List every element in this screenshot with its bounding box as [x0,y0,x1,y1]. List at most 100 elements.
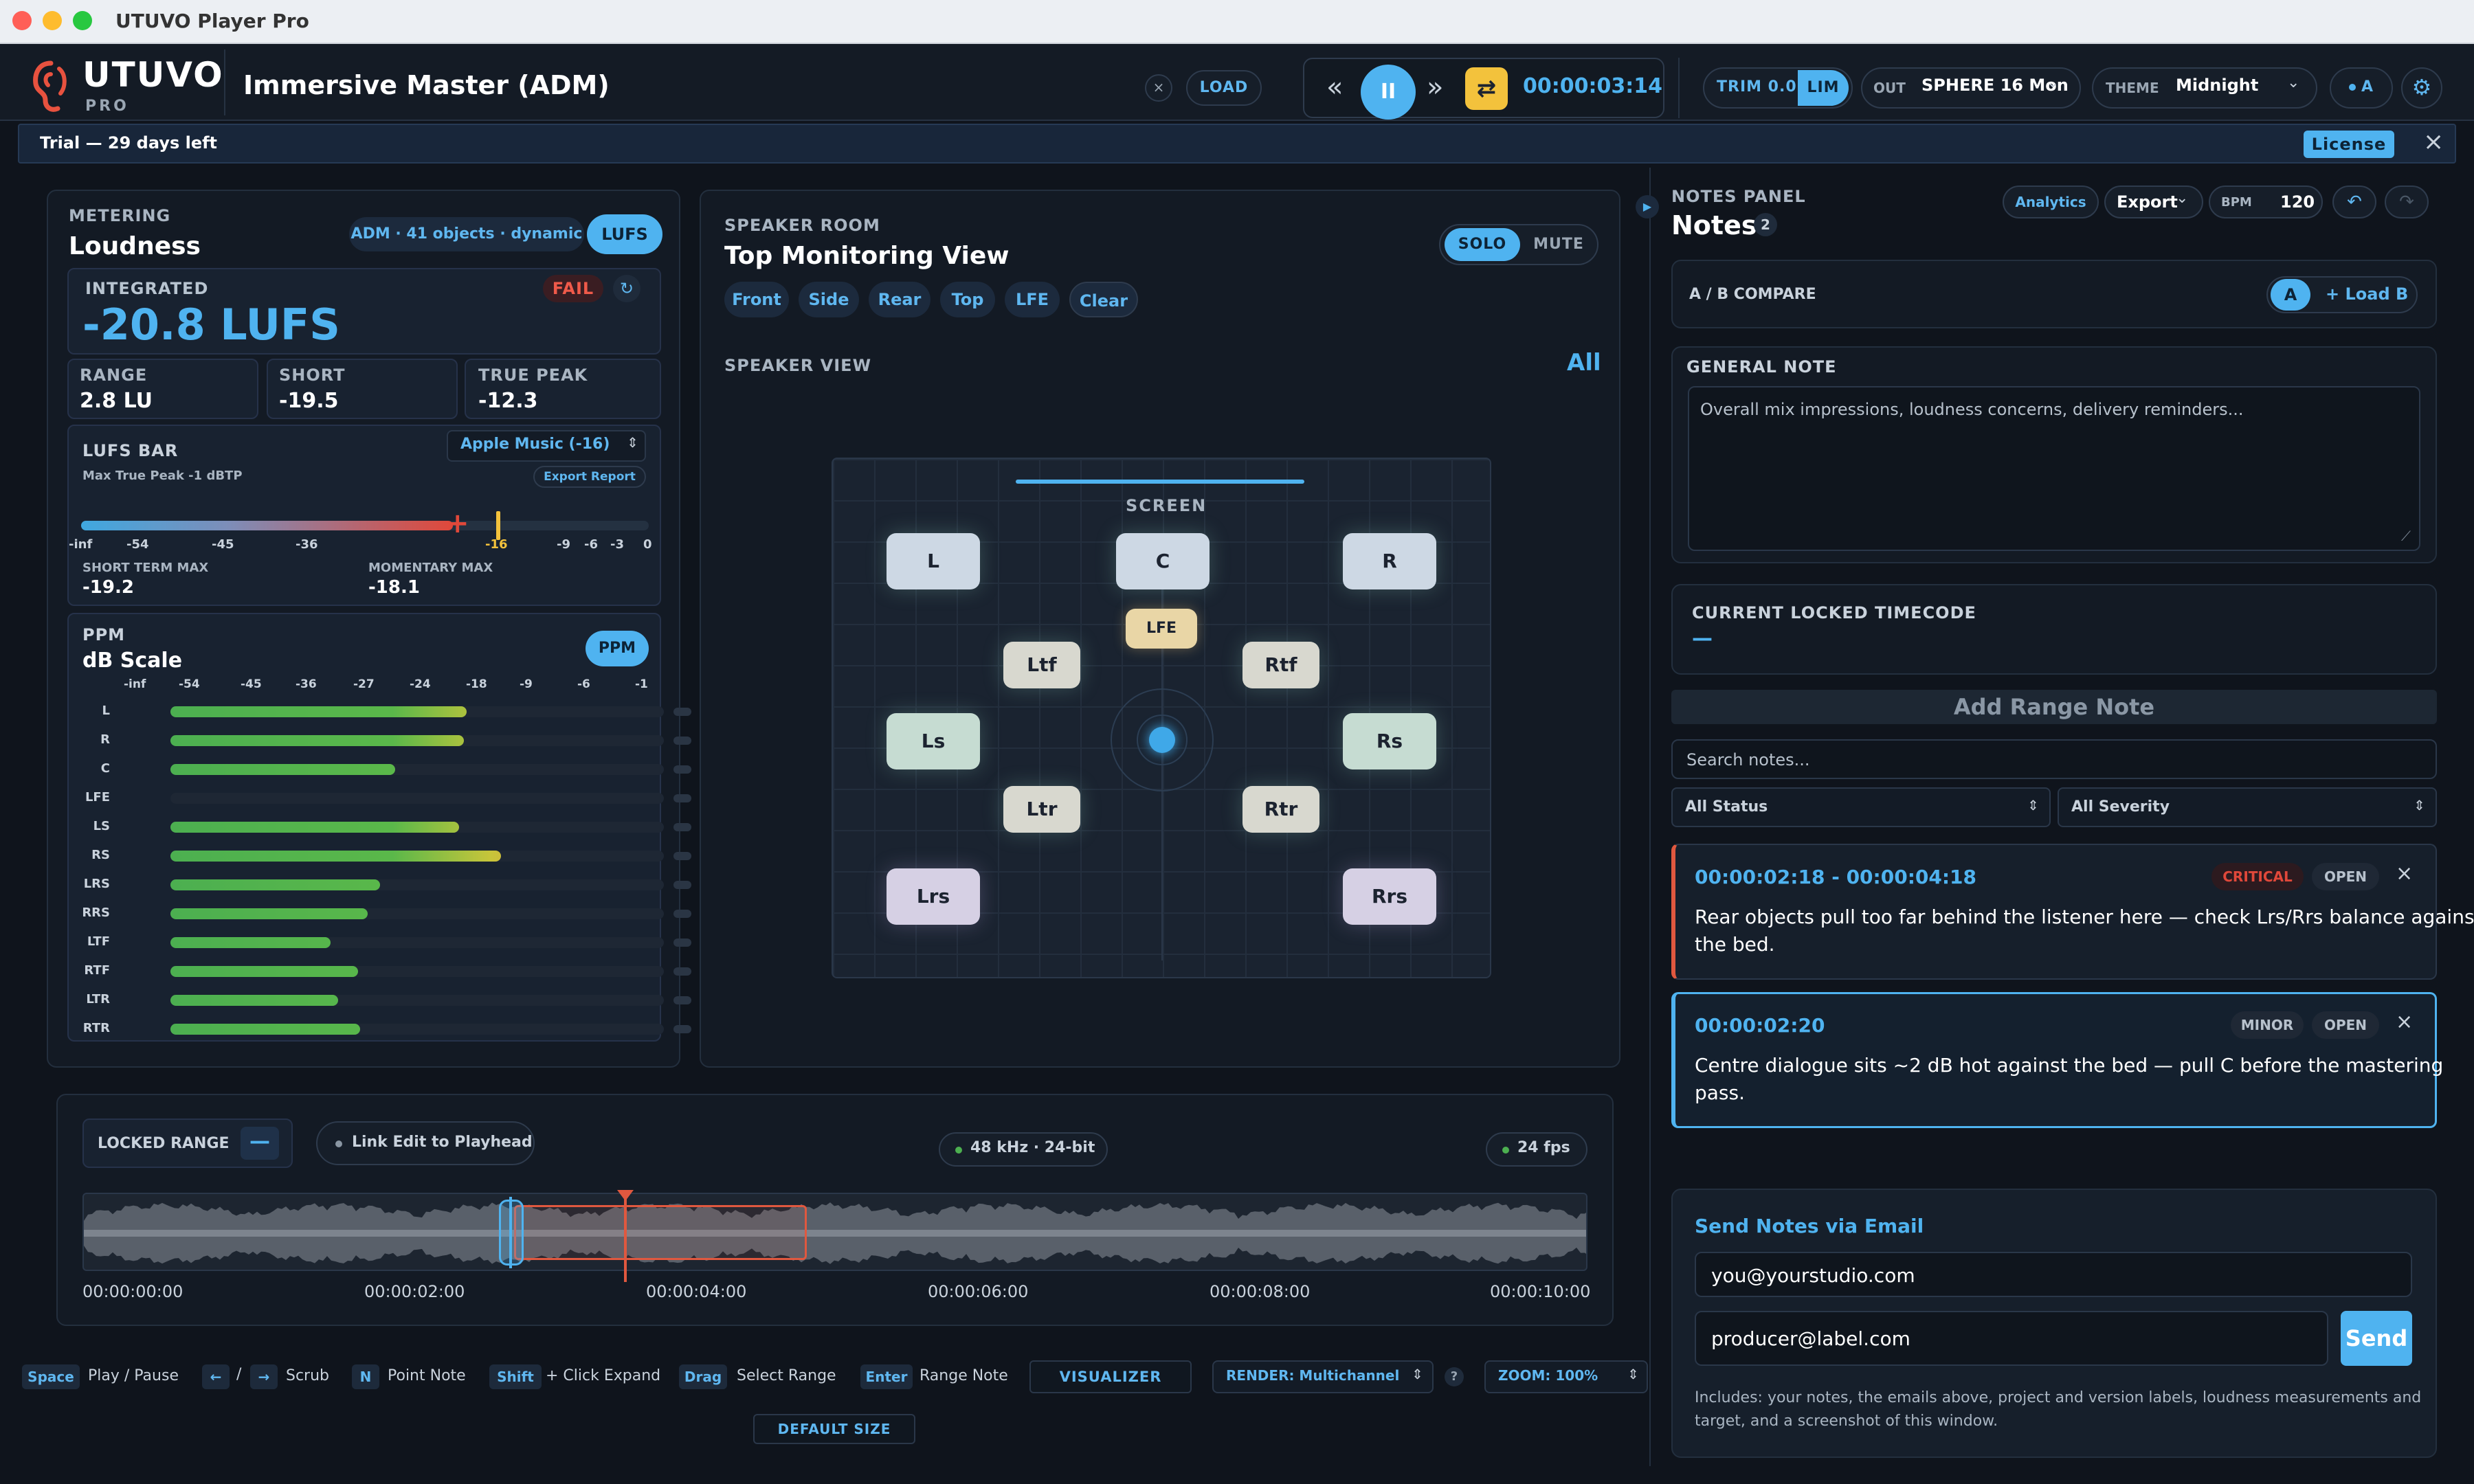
ppm-meter-fill [170,995,339,1006]
theme-select[interactable]: Midnight [2176,76,2258,95]
ppm-peak-indicator[interactable] [673,852,691,860]
analytics-button[interactable]: Analytics [2003,186,2099,218]
ppm-peak-indicator[interactable] [673,1025,691,1033]
app-header: UTUVO PRO Immersive Master (ADM) × LOAD … [0,44,2474,121]
speaker-ls[interactable]: Ls [887,713,980,769]
speaker-r[interactable]: R [1343,533,1436,589]
minus-icon[interactable]: — [241,1127,279,1160]
waveform[interactable] [82,1193,1587,1271]
redo-icon[interactable]: ↷ [2385,186,2429,218]
send-button[interactable]: Send [2341,1311,2412,1366]
note-time: 00:00:02:20 [1695,1014,1825,1037]
mute-button[interactable]: MUTE [1523,228,1594,261]
note-status-badge[interactable]: OPEN [2312,863,2379,890]
speaker-room-panel: SPEAKER ROOM Top Monitoring View SOLO MU… [700,190,1620,1068]
ppm-peak-indicator[interactable] [673,765,691,774]
shortcut-label: Select Range [737,1367,836,1384]
status-dot [1502,1147,1509,1154]
playhead[interactable] [624,1195,627,1282]
chevron-updown-icon: ⇕ [2027,797,2039,813]
speaker-rrs[interactable]: Rrs [1343,868,1436,925]
view-top-button[interactable]: Top [940,282,995,317]
ppm-peak-indicator[interactable] [673,996,691,1004]
window-close-button[interactable] [12,11,32,30]
fast-forward-icon[interactable]: » [1427,71,1443,103]
ppm-peak-indicator[interactable] [673,881,691,889]
ear-icon [33,60,67,112]
collapse-notes-icon[interactable]: ▶ [1636,195,1659,218]
view-front-button[interactable]: Front [724,282,789,317]
lufs-target-marker [496,511,501,540]
ppm-peak-indicator[interactable] [673,938,691,947]
speaker-c[interactable]: C [1116,533,1210,589]
window-minimize-button[interactable] [43,11,62,30]
license-button[interactable]: License [2304,131,2394,158]
view-side-button[interactable]: Side [799,282,859,317]
close-icon[interactable]: × [1145,74,1172,102]
close-icon[interactable]: × [2396,862,2413,886]
rewind-icon[interactable]: « [1326,71,1343,103]
trim-value[interactable]: TRIM 0.0 [1717,78,1797,95]
speaker-lfe[interactable]: LFE [1126,609,1197,649]
playhead-marker[interactable] [617,1190,634,1201]
help-icon[interactable]: ? [1445,1367,1464,1386]
ppm-peak-indicator[interactable] [673,794,691,802]
load-button[interactable]: LOAD [1186,70,1262,106]
listener-dot[interactable] [1149,727,1175,753]
email-info: Includes: your notes, the emails above, … [1695,1389,2422,1406]
speaker-rtr[interactable]: Rtr [1242,786,1319,833]
note-severity-badge[interactable]: CRITICAL [2211,863,2304,890]
speaker-ltf[interactable]: Ltf [1003,642,1080,688]
short-value: -19.5 [279,389,339,413]
compare-a-button[interactable]: A [2271,279,2310,311]
close-icon[interactable]: × [2396,1010,2413,1034]
ppm-peak-indicator[interactable] [673,967,691,976]
solo-button[interactable]: SOLO [1445,228,1520,261]
selected-range[interactable] [514,1205,807,1260]
window-zoom-button[interactable] [73,11,92,30]
ab-compare-label: A / B COMPARE [1689,286,1816,303]
export-report-button[interactable]: Export Report [533,466,646,488]
view-clear-button[interactable]: Clear [1069,282,1138,317]
speaker-rs[interactable]: Rs [1343,713,1436,769]
load-b-button[interactable]: + Load B [2326,284,2408,304]
limiter-button[interactable]: LIM [1798,70,1849,106]
speaker-l[interactable]: L [887,533,980,589]
lufs-button[interactable]: LUFS [587,214,662,254]
speaker-ltr[interactable]: Ltr [1003,786,1080,833]
note-status-badge[interactable]: OPEN [2312,1011,2379,1039]
ppm-channel-label: RTF [84,963,110,978]
ppm-meter-track [170,879,664,890]
speaker-all-button[interactable]: All [1567,349,1601,376]
status-dot [2349,84,2356,91]
visualizer-button[interactable]: VISUALIZER [1029,1360,1192,1393]
resize-handle-icon[interactable]: ⟋ [2401,528,2411,544]
close-icon[interactable]: × [2423,128,2444,156]
ppm-peak-indicator[interactable] [673,823,691,831]
loop-icon[interactable]: ⇄ [1465,67,1508,110]
time-tick: 00:00:00:00 [82,1282,183,1301]
ppm-meter-track [170,937,664,948]
gear-icon[interactable]: ⚙ [2401,67,2442,109]
speaker-rtf[interactable]: Rtf [1242,642,1319,688]
note-severity-badge[interactable]: MINOR [2231,1011,2304,1039]
ppm-peak-indicator[interactable] [673,910,691,918]
ppm-tick: -9 [520,677,533,691]
lufs-bar-fill [81,521,454,530]
speaker-lrs[interactable]: Lrs [887,868,980,925]
ppm-button[interactable]: PPM [586,631,649,666]
ppm-peak-indicator[interactable] [673,708,691,716]
default-size-button[interactable]: DEFAULT SIZE [753,1414,915,1444]
ppm-meter-fill [170,706,467,717]
refresh-icon[interactable]: ↻ [613,275,640,302]
view-rear-button[interactable]: Rear [869,282,930,317]
add-range-note-button[interactable]: Add Range Note [1671,690,2437,724]
search-notes-placeholder: Search notes... [1686,750,1810,769]
undo-icon[interactable]: ↶ [2332,186,2376,218]
bpm-value[interactable]: 120 [2280,192,2315,212]
pause-icon[interactable]: II [1361,65,1416,120]
view-lfe-button[interactable]: LFE [1005,282,1060,317]
note-time: 00:00:02:18 - 00:00:04:18 [1695,866,1977,888]
truepeak-value: -12.3 [478,389,538,413]
ppm-peak-indicator[interactable] [673,737,691,745]
